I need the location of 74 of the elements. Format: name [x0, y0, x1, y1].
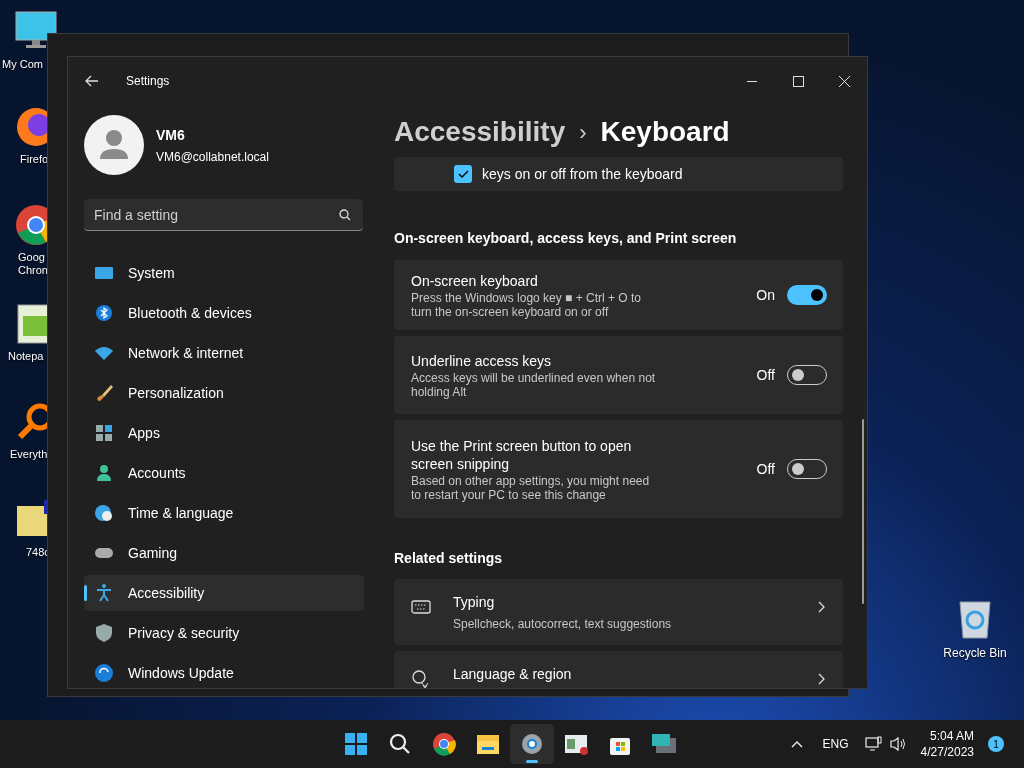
- desktop-icon-label[interactable]: Everyth: [10, 448, 48, 461]
- page-title: Keyboard: [600, 115, 730, 149]
- toggle-switch[interactable]: [787, 285, 827, 305]
- back-arrow-icon[interactable]: [85, 75, 99, 87]
- search-icon: [339, 209, 351, 221]
- chevron-right-icon: [818, 601, 825, 613]
- sidebar-item[interactable]: Personalization: [84, 375, 364, 411]
- profile-email: VM6@collabnet.local: [156, 148, 269, 166]
- toggle-state: Off: [756, 365, 775, 385]
- setting-title: Typing: [453, 593, 496, 612]
- desktop-icon-label[interactable]: Goog Chron: [18, 251, 48, 277]
- chevron-up-icon[interactable]: [790, 740, 803, 748]
- person-icon: [94, 463, 114, 483]
- setting-description: Press the Windows logo key ■ + Ctrl + O to turn the on-screen keyboard on or off: [411, 290, 642, 319]
- selection-indicator: [84, 585, 87, 601]
- sidebar-item[interactable]: Accessibility: [84, 575, 364, 611]
- toggle-state: Off: [756, 459, 775, 479]
- bluetooth-icon: [94, 303, 114, 323]
- shield-icon: [94, 623, 114, 643]
- toggle-state: On: [756, 285, 775, 305]
- volume-icon[interactable]: [888, 736, 907, 752]
- section-title: Related settings: [394, 549, 504, 568]
- chevron-right-icon: [818, 673, 825, 685]
- notification-badge[interactable]: 1: [988, 736, 1004, 752]
- language-indicator[interactable]: ENG: [822, 735, 849, 753]
- setting-title: Use the Print screen button to open screen snipping: [411, 436, 633, 473]
- sidebar-item[interactable]: Time & language: [84, 495, 364, 531]
- monitor-icon: [14, 10, 58, 50]
- setting-title: On-screen keyboard: [411, 271, 539, 290]
- sidebar-item[interactable]: Windows Update: [84, 655, 364, 688]
- desktop-icon-label[interactable]: Firefo: [20, 153, 49, 166]
- sidebar-item[interactable]: Privacy & security: [84, 615, 364, 651]
- setting-description: Based on other app settings, you might need to restart your PC to see this change: [411, 473, 651, 502]
- sidebar-item[interactable]: Network & internet: [84, 335, 364, 371]
- globe-clock-icon: [94, 503, 114, 523]
- maximize-icon: [792, 75, 804, 87]
- window-title: Settings: [126, 73, 170, 90]
- chrome-icon: [430, 730, 458, 758]
- checkmark-icon: [457, 169, 469, 179]
- desktop-icon-label[interactable]: Recycle Bin: [943, 644, 1007, 662]
- related-setting-link[interactable]: Typing Spellcheck, autocorrect, text suggestions: [394, 579, 843, 645]
- sidebar-item[interactable]: Apps: [84, 415, 364, 451]
- related-setting-link[interactable]: Language & region: [394, 651, 843, 688]
- close-icon: [838, 75, 850, 87]
- breadcrumb-parent[interactable]: Accessibility: [394, 111, 566, 153]
- clock-date[interactable]: 4/27/2023: [920, 744, 974, 760]
- profile-name: VM6: [156, 125, 186, 145]
- clock-time[interactable]: 5:04 AM: [929, 728, 974, 744]
- minimize-icon: [747, 80, 757, 82]
- refresh-icon: [94, 663, 114, 683]
- section-title: On-screen keyboard, access keys, and Print screen: [394, 229, 738, 248]
- scrollbar-thumb[interactable]: [862, 419, 864, 604]
- setting-title: Language & region: [453, 665, 572, 684]
- start-icon: [342, 730, 370, 758]
- avatar-icon: [84, 115, 144, 175]
- setting-title: Underline access keys: [411, 351, 553, 370]
- desktop-icon-label[interactable]: Notepa: [8, 350, 44, 363]
- sidebar-item[interactable]: Accounts: [84, 455, 364, 491]
- sidebar-item[interactable]: Gaming: [84, 535, 364, 571]
- apps-grid-icon: [94, 423, 114, 443]
- setting-description: Access keys will be underlined even when not holding Alt: [411, 370, 657, 399]
- keyboard-icon: [411, 597, 431, 617]
- desktop-icon-label[interactable]: My Com: [2, 58, 43, 71]
- checkbox[interactable]: [454, 165, 472, 183]
- accessibility-icon: [94, 583, 114, 603]
- sidebar-item[interactable]: Bluetooth & devices: [84, 295, 364, 331]
- checkbox-label: keys on or off from the keyboard: [482, 164, 683, 184]
- taskbar-button[interactable]: [510, 724, 554, 764]
- setting-description: Spellcheck, autocorrect, text suggestions: [453, 616, 672, 633]
- brush-icon: [94, 383, 114, 403]
- search-field[interactable]: Find a setting: [84, 199, 363, 231]
- breadcrumb-separator: ›: [579, 118, 587, 147]
- sidebar-item[interactable]: System: [84, 255, 364, 291]
- network-icon[interactable]: [864, 736, 883, 752]
